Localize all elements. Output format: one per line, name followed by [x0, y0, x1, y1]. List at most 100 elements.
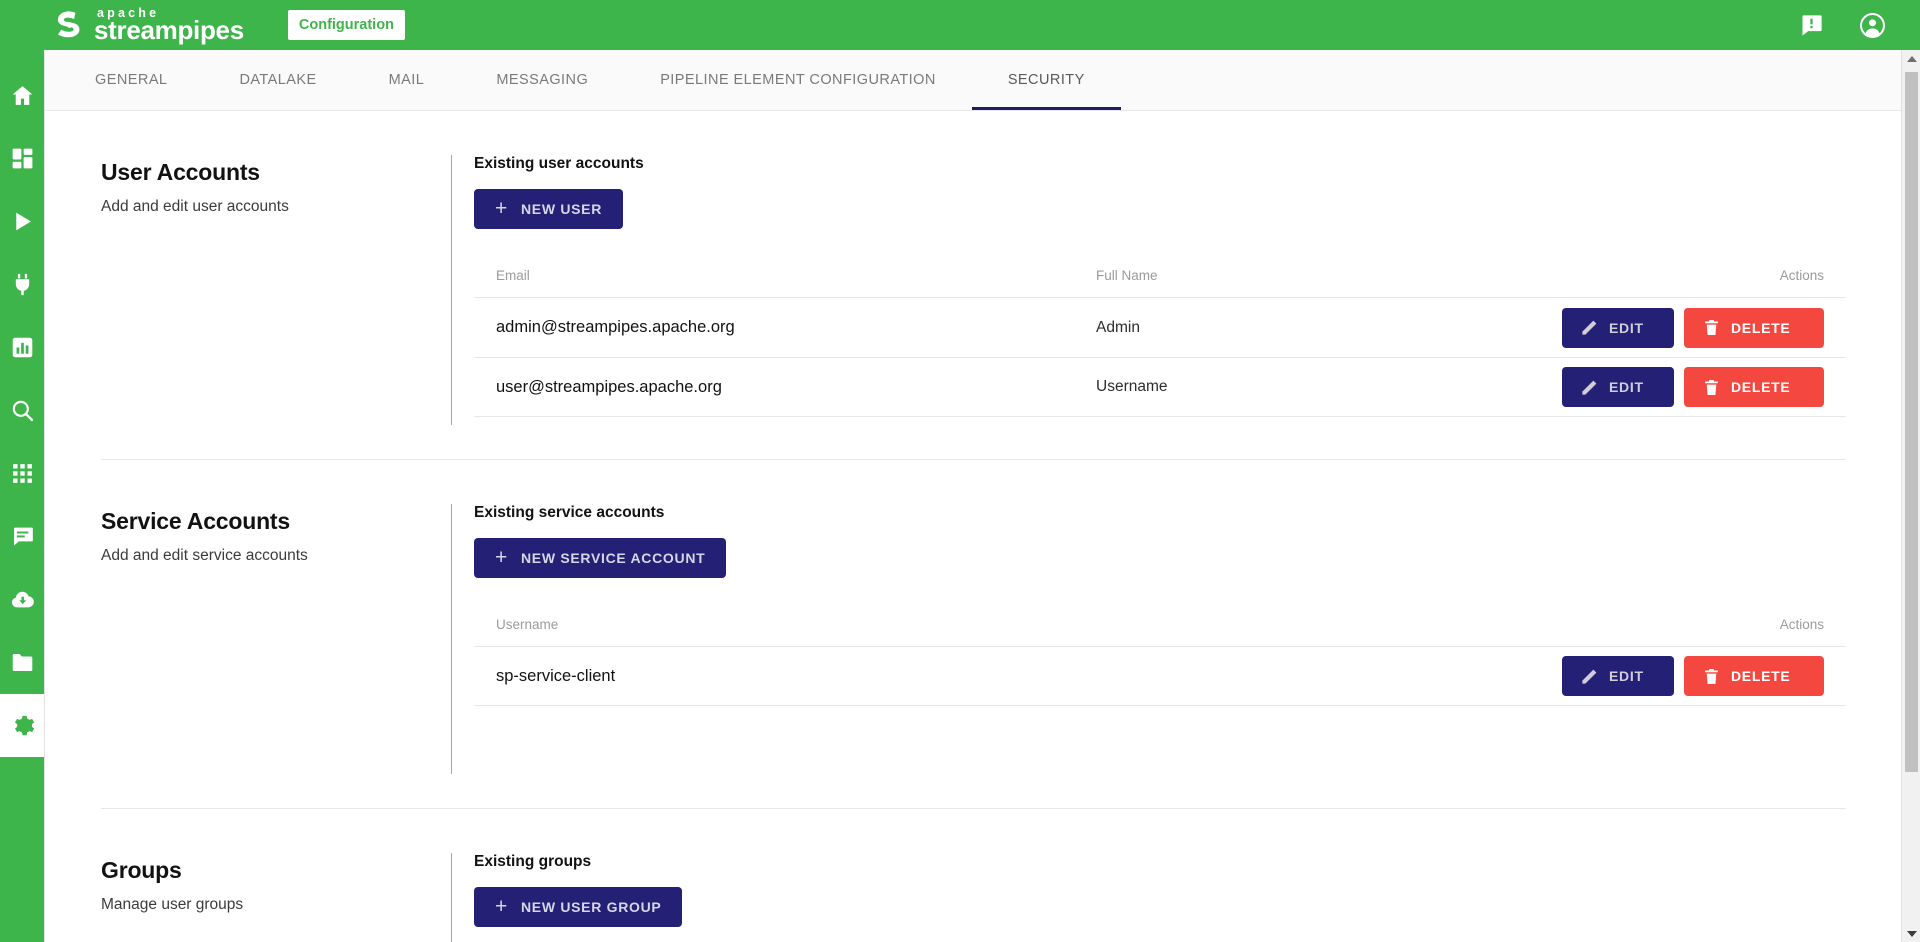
user-accounts-table-header: Email Full Name Actions: [474, 253, 1846, 297]
groups-subtitle: Manage user groups: [101, 896, 431, 914]
table-row: sp-service-client EDIT DELETE: [474, 646, 1846, 706]
user-email: user@streampipes.apache.org: [496, 378, 1096, 397]
sidebar-item-apps[interactable]: [0, 442, 44, 505]
user-accounts-description: User Accounts Add and edit user accounts: [101, 155, 451, 425]
brand-logo[interactable]: apache streampipes: [50, 5, 244, 45]
alert-message-icon[interactable]: [1798, 12, 1825, 39]
security-settings-sections: User Accounts Add and edit user accounts…: [45, 111, 1902, 942]
user-accounts-title: User Accounts: [101, 159, 431, 186]
tab-pipeline-element-configuration[interactable]: PIPELINE ELEMENT CONFIGURATION: [624, 50, 972, 110]
service-account-username: sp-service-client: [496, 667, 1544, 686]
trash-icon: [1702, 667, 1721, 686]
edit-button-label: EDIT: [1609, 668, 1644, 684]
column-header-email: Email: [496, 268, 1096, 283]
delete-user-button[interactable]: DELETE: [1684, 367, 1824, 407]
row-actions: EDIT DELETE: [1544, 308, 1824, 348]
new-user-button-label: NEW USER: [521, 201, 602, 217]
section-user-accounts: User Accounts Add and edit user accounts…: [101, 111, 1846, 425]
sidebar-item-files[interactable]: [0, 631, 44, 694]
left-sidebar: [0, 50, 44, 942]
sidebar-item-dashboard[interactable]: [0, 127, 44, 190]
chat-icon: [10, 524, 35, 549]
service-accounts-table-header: Username Actions: [474, 602, 1846, 646]
existing-user-accounts-heading: Existing user accounts: [474, 155, 1846, 173]
user-email: admin@streampipes.apache.org: [496, 318, 1096, 337]
user-full-name: Admin: [1096, 319, 1544, 337]
user-accounts-content: Existing user accounts + NEW USER Email …: [451, 155, 1846, 425]
sidebar-item-connect[interactable]: [0, 253, 44, 316]
sidebar-item-data-explorer[interactable]: [0, 316, 44, 379]
delete-button-label: DELETE: [1731, 668, 1790, 684]
edit-user-button[interactable]: EDIT: [1562, 308, 1674, 348]
column-header-actions: Actions: [1544, 617, 1824, 632]
scrollbar-thumb[interactable]: [1905, 72, 1918, 772]
service-accounts-title: Service Accounts: [101, 508, 431, 535]
tab-messaging[interactable]: MESSAGING: [460, 50, 624, 110]
plus-icon: +: [495, 547, 508, 568]
section-service-accounts: Service Accounts Add and edit service ac…: [101, 460, 1846, 774]
scroll-down-arrow-icon[interactable]: [1902, 925, 1920, 942]
tab-general[interactable]: GENERAL: [59, 50, 203, 110]
dashboard-icon: [10, 146, 35, 171]
new-user-button[interactable]: + NEW USER: [474, 189, 623, 229]
search-icon: [10, 398, 35, 423]
service-accounts-table: Username Actions sp-service-client EDIT: [474, 602, 1846, 706]
logo-product-label: streampipes: [94, 17, 244, 43]
edit-button-label: EDIT: [1609, 379, 1644, 395]
cloud-download-icon: [10, 587, 35, 612]
delete-button-label: DELETE: [1731, 320, 1790, 336]
pencil-icon: [1580, 378, 1599, 397]
sidebar-item-install[interactable]: [0, 568, 44, 631]
tab-mail[interactable]: MAIL: [353, 50, 461, 110]
sidebar-item-configuration[interactable]: [0, 694, 44, 757]
folder-icon: [10, 650, 35, 675]
groups-title: Groups: [101, 857, 431, 884]
trash-icon: [1702, 378, 1721, 397]
row-actions: EDIT DELETE: [1544, 367, 1824, 407]
edit-button-label: EDIT: [1609, 320, 1644, 336]
delete-button-label: DELETE: [1731, 379, 1790, 395]
row-actions: EDIT DELETE: [1544, 656, 1824, 696]
sidebar-item-search[interactable]: [0, 379, 44, 442]
sidebar-item-pipelines[interactable]: [0, 190, 44, 253]
home-icon: [10, 83, 35, 108]
settings-tabbar: GENERAL DATALAKE MAIL MESSAGING PIPELINE…: [45, 50, 1902, 111]
trash-icon: [1702, 318, 1721, 337]
edit-user-button[interactable]: EDIT: [1562, 367, 1674, 407]
tab-security[interactable]: SECURITY: [972, 50, 1121, 110]
column-header-username: Username: [496, 617, 1544, 632]
scroll-up-arrow-icon[interactable]: [1902, 50, 1920, 67]
section-groups: Groups Manage user groups Existing group…: [101, 809, 1846, 942]
plus-icon: +: [495, 198, 508, 219]
power-plug-icon: [10, 272, 35, 297]
new-user-group-button[interactable]: + NEW USER GROUP: [474, 887, 682, 927]
existing-groups-heading: Existing groups: [474, 853, 1846, 871]
account-circle-icon[interactable]: [1859, 12, 1886, 39]
tab-datalake[interactable]: DATALAKE: [203, 50, 352, 110]
app-window: apache streampipes Configuration: [0, 0, 1920, 942]
new-service-account-button[interactable]: + NEW SERVICE ACCOUNT: [474, 538, 726, 578]
topbar-actions: [1798, 12, 1886, 39]
sidebar-item-notifications[interactable]: [0, 505, 44, 568]
new-service-account-button-label: NEW SERVICE ACCOUNT: [521, 550, 705, 566]
delete-service-account-button[interactable]: DELETE: [1684, 656, 1824, 696]
pencil-icon: [1580, 667, 1599, 686]
column-header-full-name: Full Name: [1096, 268, 1544, 283]
user-accounts-table: Email Full Name Actions admin@streampipe…: [474, 253, 1846, 417]
configuration-button[interactable]: Configuration: [288, 10, 405, 40]
column-header-actions: Actions: [1544, 268, 1824, 283]
table-row: user@streampipes.apache.org Username EDI…: [474, 357, 1846, 417]
apps-grid-icon: [10, 461, 35, 486]
vertical-scrollbar[interactable]: [1901, 50, 1920, 942]
service-accounts-description: Service Accounts Add and edit service ac…: [101, 504, 451, 774]
top-bar: apache streampipes Configuration: [0, 0, 1920, 50]
groups-description: Groups Manage user groups: [101, 853, 451, 942]
streampipes-logo-icon: [50, 5, 90, 45]
edit-service-account-button[interactable]: EDIT: [1562, 656, 1674, 696]
delete-user-button[interactable]: DELETE: [1684, 308, 1824, 348]
plus-icon: +: [495, 896, 508, 917]
service-accounts-subtitle: Add and edit service accounts: [101, 547, 431, 565]
sidebar-item-home[interactable]: [0, 64, 44, 127]
pencil-icon: [1580, 318, 1599, 337]
bar-chart-icon: [10, 335, 35, 360]
